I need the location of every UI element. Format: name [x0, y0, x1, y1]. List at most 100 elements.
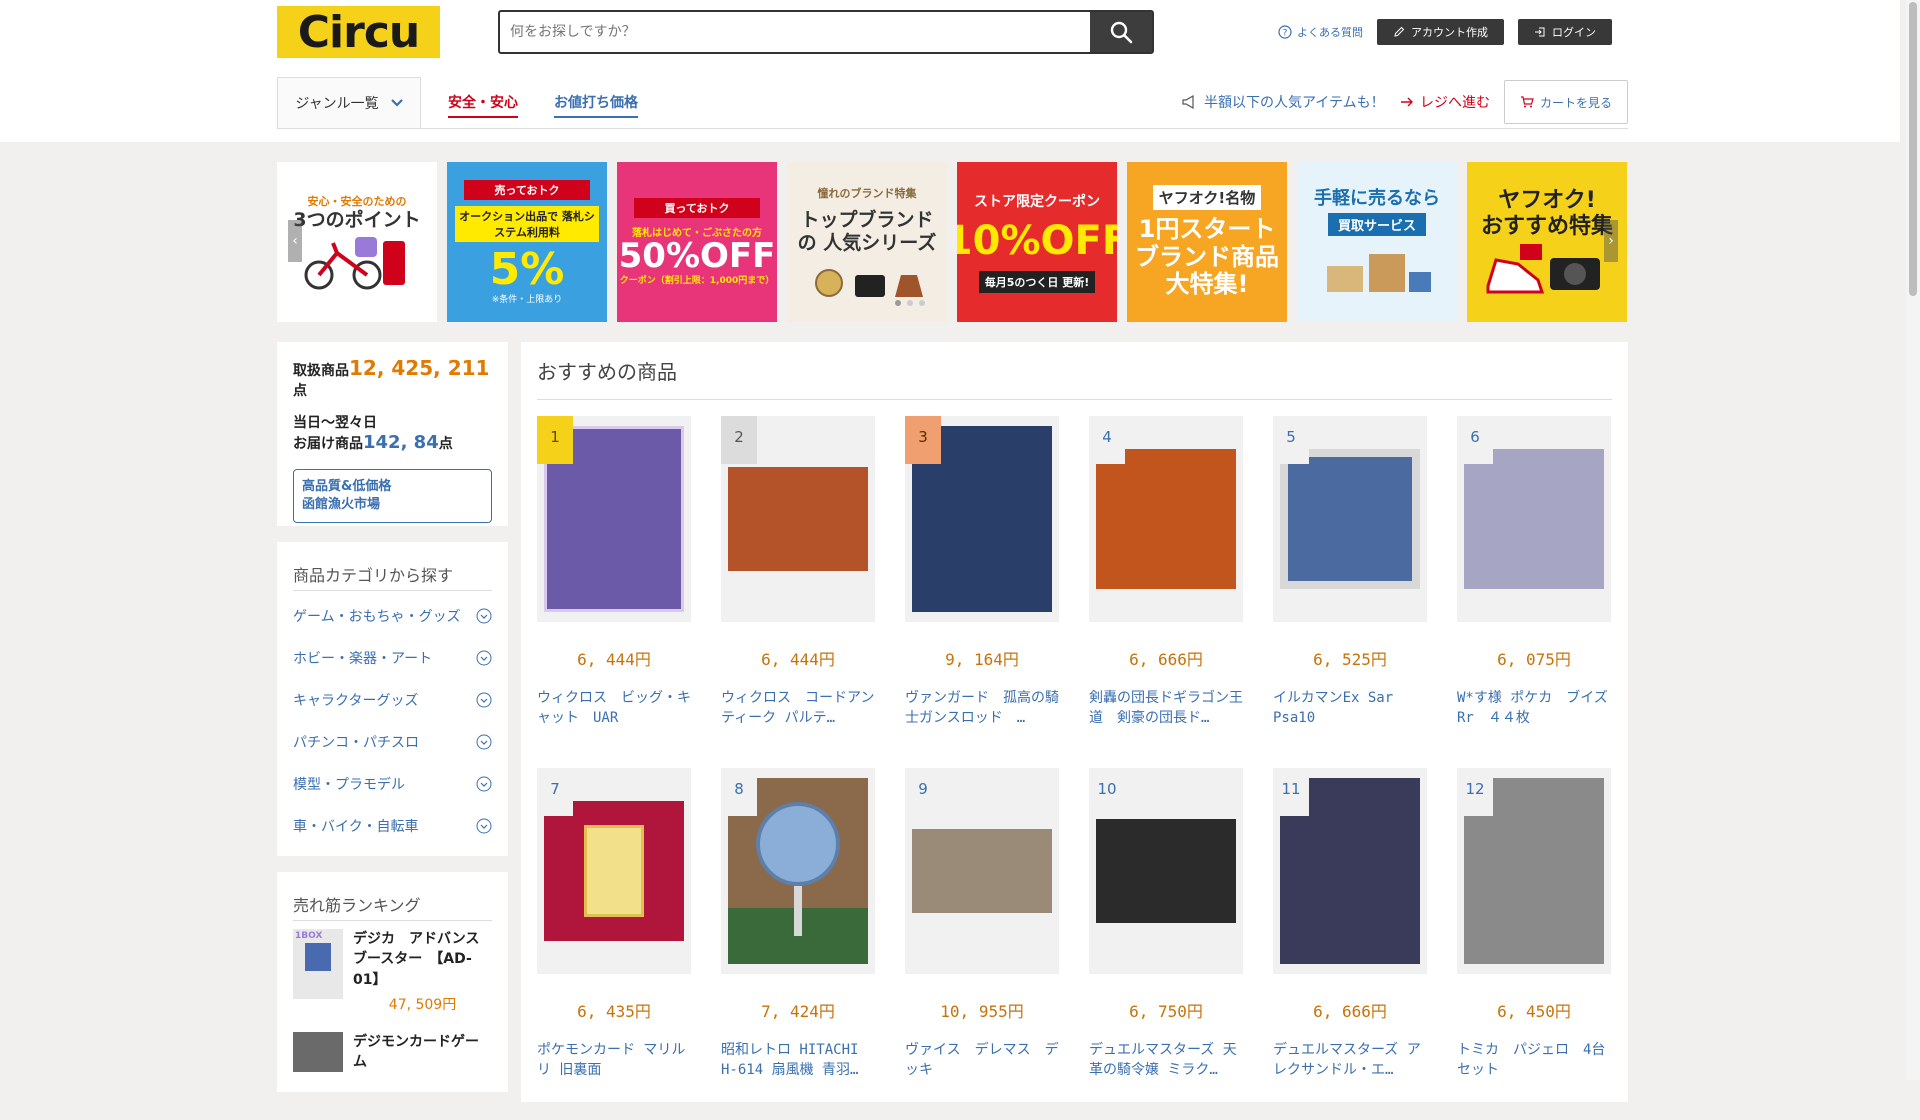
carousel-next-button[interactable]: ›	[1604, 220, 1618, 262]
product-image: 5	[1273, 416, 1427, 622]
banner-5-value: 10%OFF	[957, 218, 1117, 264]
product-name[interactable]: 剣轟の団長ドギラゴン王道 剣豪の団長ド…	[1089, 688, 1243, 730]
product-name[interactable]: ヴァイス デレマス デッキ	[905, 1040, 1059, 1082]
product-card[interactable]: 12 6, 450円 トミカ パジェロ 4台セット	[1457, 768, 1611, 1120]
tab-value-price[interactable]: お値打ち価格	[554, 92, 638, 118]
scrollbar-thumb[interactable]	[1909, 2, 1917, 296]
product-card[interactable]: 9 10, 955円 ヴァイス デレマス デッキ	[905, 768, 1059, 1120]
banner-recommended-feature[interactable]: ヤフオク! おすすめ特集	[1467, 162, 1627, 322]
login-button[interactable]: ログイン	[1518, 19, 1612, 45]
product-image: 11	[1273, 768, 1427, 974]
create-account-button[interactable]: アカウント作成	[1377, 19, 1504, 45]
product-card[interactable]: 1 6, 444円 ウィクロス ビッグ・キャット UAR	[537, 416, 691, 768]
product-name[interactable]: 昭和レトロ HITACHI H-614 扇風機 青羽 動…	[721, 1040, 875, 1082]
ranking-panel-title: 売れ筋ランキング	[293, 892, 492, 921]
product-card[interactable]: 8 7, 424円 昭和レトロ HITACHI H-614 扇風機 青羽 動…	[721, 768, 875, 1120]
carousel-dot[interactable]	[919, 300, 925, 306]
category-label: ゲーム・おもちゃ・グッズ	[293, 609, 461, 625]
category-item-models[interactable]: 模型・プラモデル	[293, 763, 492, 805]
megaphone-icon	[1182, 95, 1194, 109]
product-card[interactable]: 11 6, 666円 デュエルマスターズ アレクサンドル・エ…	[1273, 768, 1427, 1120]
category-label: パチンコ・パチスロ	[293, 735, 419, 751]
rank-badge: 9	[905, 768, 941, 816]
rank-badge: 6	[1457, 416, 1493, 464]
banner-store-coupon[interactable]: ストア限定クーポン 10%OFF 毎月5のつく日 更新!	[957, 162, 1117, 322]
watch-bag-icon	[815, 268, 923, 297]
site-logo[interactable]: Circu	[277, 6, 440, 58]
ranking-item[interactable]: 1BOX デジカ アドバンスブースター 【AD-01】 47, 509円	[293, 929, 492, 1014]
product-name[interactable]: ウィクロス コードアンティーク パルテ…	[721, 688, 875, 730]
product-card[interactable]: 10 6, 750円 デュエルマスターズ 天革の騎令嬢 ミラク…	[1089, 768, 1243, 1120]
product-image: 9	[905, 768, 1059, 974]
carousel-dot[interactable]	[895, 300, 901, 306]
delivery-items-unit: 点	[438, 436, 453, 452]
product-image: 2	[721, 416, 875, 622]
product-name[interactable]: イルカマンEx Sar Psa10	[1273, 688, 1427, 730]
product-image: 1	[537, 416, 691, 622]
carousel-dot[interactable]	[907, 300, 913, 306]
search-bar	[498, 10, 1154, 54]
genre-menu-button[interactable]: ジャンル一覧	[277, 77, 421, 129]
view-cart-button[interactable]: カートを見る	[1504, 80, 1628, 124]
faq-link[interactable]: ? よくある質問	[1278, 24, 1363, 40]
product-price: 7, 424円	[761, 1002, 835, 1021]
delivery-line-1: 当日〜翌々日	[293, 415, 377, 431]
banner-top-brands[interactable]: 憧れのブランド特集 トップブランドの 人気シリーズ	[787, 162, 947, 322]
hakodate-line-2: 函館漁火市場	[302, 497, 381, 513]
banner-buyback-service[interactable]: 手軽に売るなら 買取サービス	[1297, 162, 1457, 322]
create-account-label: アカウント作成	[1411, 26, 1488, 39]
hakodate-market-link[interactable]: 高品質&低価格 函館漁火市場	[293, 469, 492, 524]
header-links: ? よくある質問 アカウント作成 ログイン	[1278, 19, 1612, 45]
banner-4-title: トップブランドの 人気シリーズ	[797, 209, 937, 254]
page-scrollbar[interactable]	[1906, 0, 1920, 1080]
checkout-link[interactable]: レジへ進む	[1400, 92, 1490, 112]
category-label: 模型・プラモデル	[293, 777, 405, 793]
product-card[interactable]: 4 6, 666円 剣轟の団長ドギラゴン王道 剣豪の団長ド…	[1089, 416, 1243, 768]
category-item-character[interactable]: キャラクターグッズ	[293, 679, 492, 721]
chevron-circle-icon	[476, 776, 492, 792]
tab-safety[interactable]: 安全・安心	[448, 92, 518, 118]
genre-label: ジャンル一覧	[295, 96, 379, 112]
rank-badge: 3	[905, 416, 941, 464]
product-price: 6, 444円	[761, 650, 835, 669]
header-divider	[277, 128, 1628, 129]
delivery-items-line: お届け商品142, 84点	[293, 432, 492, 453]
sneaker-camera-icon	[1486, 244, 1600, 294]
question-icon: ?	[1278, 25, 1292, 39]
category-item-games[interactable]: ゲーム・おもちゃ・グッズ	[293, 595, 492, 637]
category-item-vehicles[interactable]: 車・バイク・自転車	[293, 805, 492, 847]
search-input[interactable]	[500, 12, 1090, 52]
total-items-line: 取扱商品12, 425, 211 点	[293, 356, 492, 400]
product-name[interactable]: デュエルマスターズ 天革の騎令嬢 ミラク…	[1089, 1040, 1243, 1082]
half-price-promo-link[interactable]: 半額以下の人気アイテムも！	[1182, 92, 1385, 112]
product-name[interactable]: ヴァンガード 孤高の騎士ガンスロッド …	[905, 688, 1059, 730]
product-name[interactable]: トミカ パジェロ 4台セット	[1457, 1040, 1611, 1082]
banner-carousel: 安心・安全のための 3つのポイント 売っておトク オークション出品で 落札システ…	[277, 162, 1628, 322]
product-name[interactable]: デュエルマスターズ アレクサンドル・エ…	[1273, 1040, 1427, 1082]
product-name[interactable]: ポケモンカード マリルリ 旧裏面	[537, 1040, 691, 1082]
product-card[interactable]: 7 6, 435円 ポケモンカード マリルリ 旧裏面	[537, 768, 691, 1120]
rank-badge: 5	[1273, 416, 1309, 464]
category-item-pachinko[interactable]: パチンコ・パチスロ	[293, 721, 492, 763]
product-name[interactable]: W*す様 ポケカ ブイズ Rr ４４枚	[1457, 688, 1611, 730]
banner-one-yen-start[interactable]: ヤフオク!名物 1円スタート ブランド商品 大特集!	[1127, 162, 1287, 322]
category-panel: 商品カテゴリから探す ゲーム・おもちゃ・グッズ ホビー・楽器・アート キャラクタ…	[277, 542, 508, 856]
banner-50-off-coupon[interactable]: 買っておトク 落札はじめて・ごぶさたの方 50%OFF クーポン（割引上限：1,…	[617, 162, 777, 322]
banner-2-note: ※条件・上限あり	[491, 294, 563, 305]
category-item-hobby[interactable]: ホビー・楽器・アート	[293, 637, 492, 679]
banner-auction-fee[interactable]: 売っておトク オークション出品で 落札システム利用料 5% ※条件・上限あり	[447, 162, 607, 322]
search-button[interactable]	[1090, 12, 1152, 52]
banner-5-top: ストア限定クーポン	[974, 194, 1100, 210]
rank-badge: 12	[1457, 768, 1493, 816]
product-card[interactable]: 6 6, 075円 W*す様 ポケカ ブイズ Rr ４４枚	[1457, 416, 1611, 768]
product-price: 6, 444円	[577, 650, 651, 669]
product-price: 6, 435円	[577, 1002, 651, 1021]
product-name[interactable]: ウィクロス ビッグ・キャット UAR	[537, 688, 691, 730]
product-price: 6, 666円	[1313, 1002, 1387, 1021]
chevron-circle-icon	[476, 734, 492, 750]
carousel-prev-button[interactable]: ‹	[288, 220, 302, 262]
ranking-item[interactable]: デジモンカードゲーム	[293, 1031, 492, 1073]
product-card[interactable]: 5 6, 525円 イルカマンEx Sar Psa10	[1273, 416, 1427, 768]
product-card[interactable]: 2 6, 444円 ウィクロス コードアンティーク パルテ…	[721, 416, 875, 768]
product-card[interactable]: 3 9, 164円 ヴァンガード 孤高の騎士ガンスロッド …	[905, 416, 1059, 768]
